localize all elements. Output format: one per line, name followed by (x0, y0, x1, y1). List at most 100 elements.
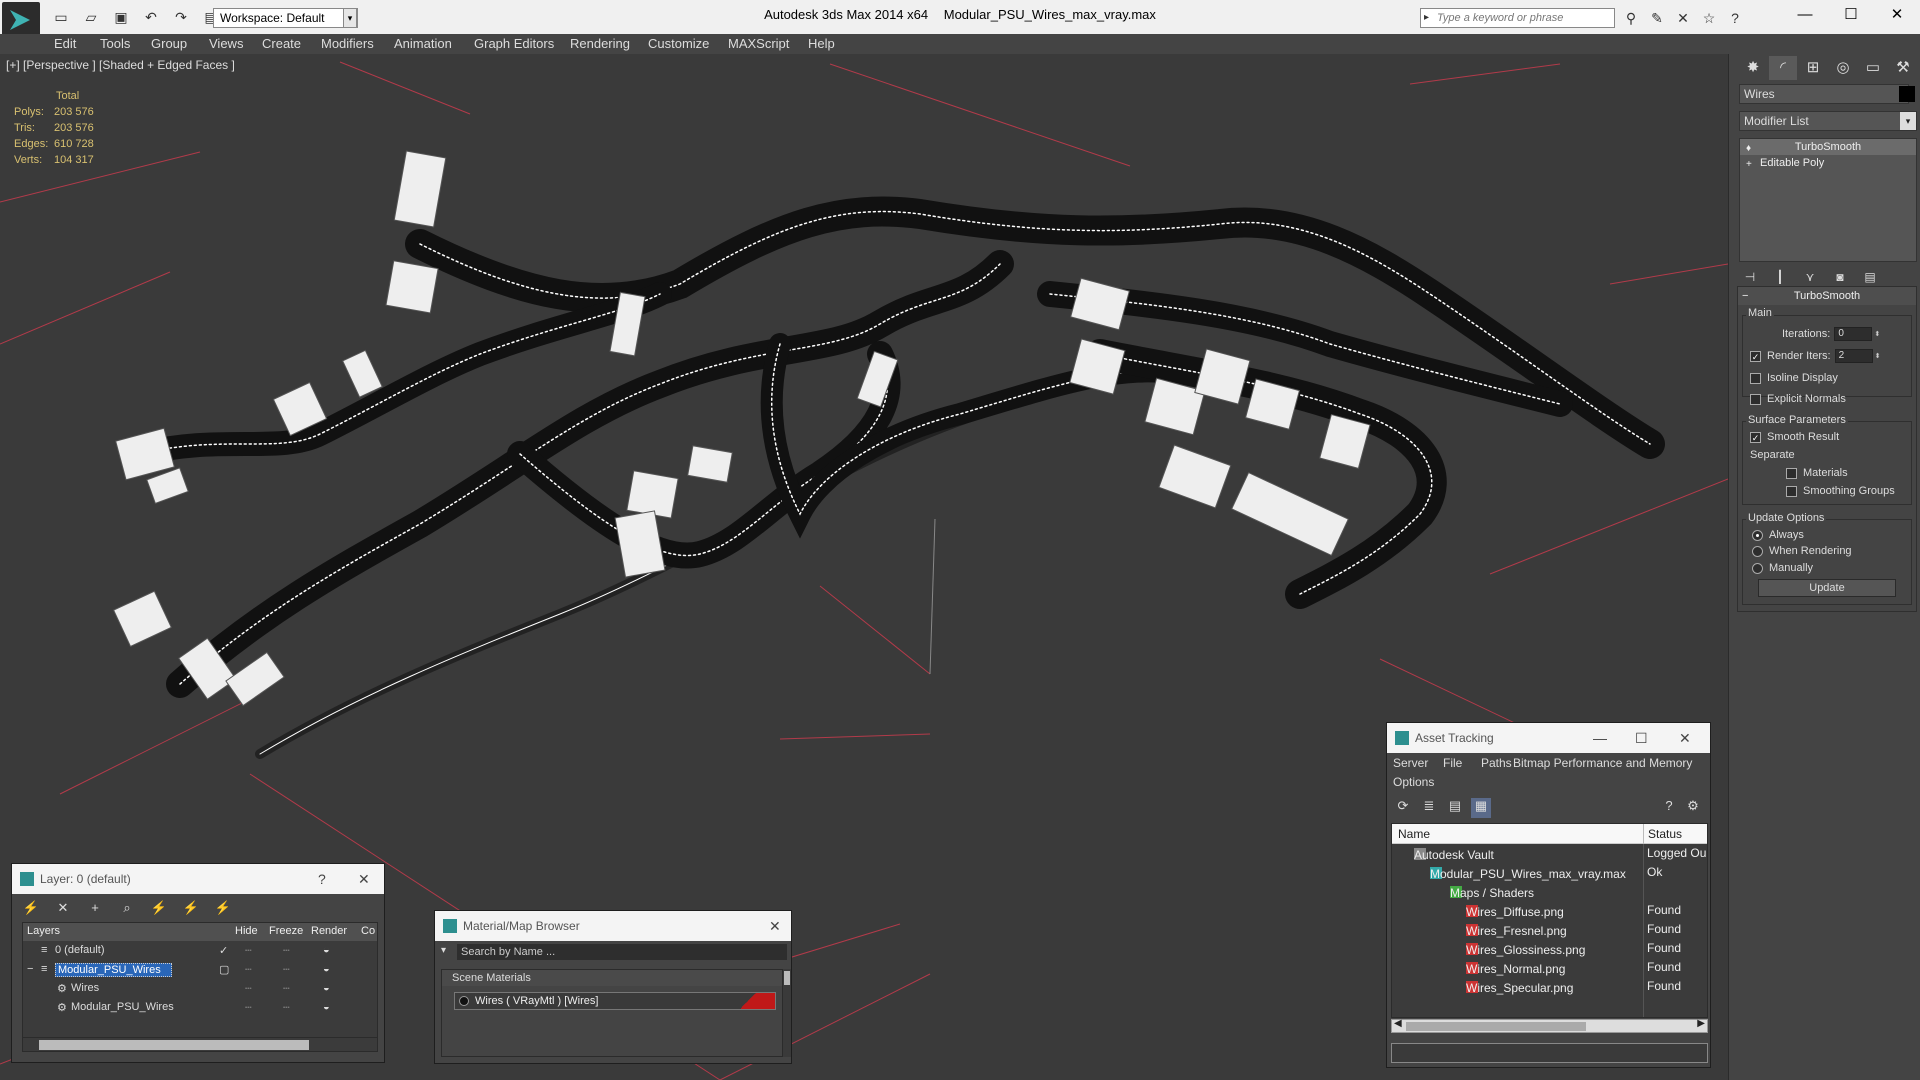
favorites-star-icon[interactable]: ☆ (1698, 8, 1720, 28)
active-check-icon[interactable]: ✓ (219, 944, 228, 957)
close-icon[interactable]: ✕ (769, 911, 781, 941)
close-icon[interactable]: ✕ (358, 864, 370, 894)
smooth-result-checkbox[interactable]: ✓ (1750, 431, 1761, 443)
scrollbar-thumb[interactable] (1406, 1022, 1586, 1031)
scrollbar-thumb[interactable] (39, 1040, 309, 1050)
help-icon[interactable]: ? (318, 864, 326, 894)
spinner-arrows-icon[interactable]: ⬍ (1875, 352, 1881, 360)
always-option[interactable]: Always (1752, 529, 1804, 541)
when-rendering-radio[interactable] (1752, 545, 1763, 557)
collapse-icon[interactable]: − (27, 963, 33, 975)
rollout-header[interactable]: − TurboSmooth (1738, 287, 1916, 305)
smoothing-groups-control[interactable]: Smoothing Groups (1786, 485, 1895, 497)
binoculars-icon[interactable]: ⚲ (1620, 8, 1642, 28)
asset-menu-bitmap[interactable]: Bitmap Performance and Memory (1513, 756, 1692, 770)
menu-rendering[interactable]: Rendering (570, 34, 630, 54)
minimize-icon[interactable]: — (1593, 723, 1607, 753)
iterations-spinner[interactable]: 0 (1834, 327, 1873, 341)
materials-control[interactable]: Materials (1786, 467, 1848, 479)
asset-row[interactable]: Autodesk Vault Logged Ou (1392, 844, 1707, 863)
menu-animation[interactable]: Animation (394, 34, 452, 54)
asset-menu-server[interactable]: Server (1393, 756, 1428, 770)
render-icon[interactable]: ◒ (323, 963, 330, 975)
layer-row[interactable]: ≡ 0 (default) ✓ ┄ ┄ ◒ (23, 941, 377, 960)
always-radio[interactable] (1752, 529, 1763, 541)
create-layer-icon[interactable]: + (86, 900, 104, 918)
tree-view-icon[interactable]: ▤ (1445, 798, 1465, 818)
asset-row[interactable]: Maps / Shaders (1392, 882, 1707, 901)
utilities-tab-icon[interactable]: ⚒ (1889, 56, 1917, 80)
layer-row[interactable]: ⚙ Modular_PSU_Wires ┄ ┄ ◒ (23, 998, 377, 1017)
table-view-icon[interactable]: ▦ (1471, 798, 1491, 818)
manually-radio[interactable] (1752, 562, 1763, 574)
refresh-icon[interactable]: ⟳ (1393, 798, 1413, 818)
layer-row[interactable]: − ≡ Modular_PSU_Wires ▢ ┄ ┄ ◒ (23, 960, 377, 979)
hide-all-icon[interactable]: ⚡ (182, 900, 200, 918)
communication-icon[interactable]: ✕ (1672, 8, 1694, 28)
asset-row[interactable]: Wires_Specular.png Found (1392, 977, 1707, 996)
when-rendering-option[interactable]: When Rendering (1752, 545, 1852, 557)
col-status[interactable]: Status (1648, 827, 1682, 841)
create-tab-icon[interactable]: ✸ (1739, 56, 1767, 80)
isoline-display-control[interactable]: Isoline Display (1750, 372, 1838, 384)
render-iters-spinner[interactable]: 2 (1834, 349, 1873, 363)
col-freeze[interactable]: Freeze (269, 925, 303, 937)
scene-materials-header[interactable]: Scene Materials (442, 970, 782, 986)
stack-item-turbosmooth[interactable]: ♦ TurboSmooth (1740, 139, 1916, 155)
close-icon[interactable]: ✕ (1874, 0, 1920, 30)
subscription-icon[interactable]: ✎ (1646, 8, 1668, 28)
stack-item-editable-poly[interactable]: + Editable Poly (1740, 155, 1916, 171)
menu-create[interactable]: Create (262, 34, 301, 54)
materials-checkbox[interactable] (1786, 467, 1797, 479)
layer-row[interactable]: ⚙ Wires ┄ ┄ ◒ (23, 979, 377, 998)
update-button[interactable]: Update (1758, 579, 1896, 597)
col-render[interactable]: Render (311, 925, 347, 937)
motion-tab-icon[interactable]: ◎ (1829, 56, 1857, 80)
close-icon[interactable]: ✕ (1679, 723, 1691, 753)
isoline-checkbox[interactable] (1750, 372, 1761, 384)
render-icon[interactable]: ◒ (323, 1001, 330, 1013)
asset-tracking-title-bar[interactable]: Asset Tracking — ☐ ✕ (1387, 723, 1710, 753)
material-search-input[interactable]: Search by Name ... (457, 944, 787, 960)
material-item[interactable]: Wires ( VRayMtl ) [Wires] (454, 992, 776, 1010)
menu-tools[interactable]: Tools (100, 34, 130, 54)
set-active-icon[interactable]: ▢ (219, 963, 229, 976)
explicit-normals-checkbox[interactable] (1750, 393, 1761, 405)
asset-horizontal-scrollbar[interactable]: ◀ ▶ (1391, 1018, 1708, 1033)
asset-row[interactable]: Modular_PSU_Wires_max_vray.max Ok (1392, 863, 1707, 882)
col-name[interactable]: Name (1398, 827, 1430, 841)
col-hide[interactable]: Hide (235, 925, 258, 937)
settings-icon[interactable]: ⚙ (1683, 798, 1703, 818)
col-layers[interactable]: Layers (27, 925, 60, 937)
menu-views[interactable]: Views (209, 34, 243, 54)
asset-row[interactable]: Wires_Fresnel.png Found (1392, 920, 1707, 939)
expand-plus-icon[interactable]: + (1746, 157, 1752, 173)
maximize-icon[interactable]: ☐ (1828, 0, 1874, 30)
list-view-icon[interactable]: ≣ (1419, 798, 1439, 818)
layer-add-icon[interactable]: ⚡ (22, 900, 40, 918)
explicit-normals-control[interactable]: Explicit Normals (1750, 393, 1846, 405)
spinner-arrows-icon[interactable]: ⬍ (1874, 330, 1880, 338)
search-input[interactable]: ▸ Type a keyword or phrase (1420, 8, 1615, 28)
options-chevron-icon[interactable]: ▾ (441, 945, 446, 956)
layer-title-bar[interactable]: Layer: 0 (default) ? ✕ (12, 864, 384, 894)
menu-maxscript[interactable]: MAXScript (728, 34, 789, 54)
hierarchy-tab-icon[interactable]: ⊞ (1799, 56, 1827, 80)
manually-option[interactable]: Manually (1752, 562, 1813, 574)
menu-graph-editors[interactable]: Graph Editors (474, 34, 554, 54)
minimize-icon[interactable]: — (1782, 0, 1828, 30)
delete-layer-icon[interactable]: ✕ (54, 900, 72, 918)
asset-row[interactable]: Wires_Diffuse.png Found (1392, 901, 1707, 920)
modifier-list-dropdown[interactable]: Modifier List ▾ (1739, 111, 1917, 131)
smoothing-groups-checkbox[interactable] (1786, 485, 1797, 497)
menu-help[interactable]: Help (808, 34, 835, 54)
material-vertical-scrollbar[interactable] (783, 969, 791, 1057)
scrollbar-thumb[interactable] (784, 971, 790, 985)
object-color-swatch[interactable] (1899, 86, 1915, 102)
help-icon[interactable]: ? (1724, 8, 1746, 28)
asset-menu-options[interactable]: Options (1393, 775, 1434, 789)
help-icon[interactable]: ? (1659, 798, 1679, 818)
maximize-icon[interactable]: ☐ (1635, 723, 1648, 753)
material-browser-title-bar[interactable]: Material/Map Browser ✕ (435, 911, 791, 941)
asset-row[interactable]: Wires_Normal.png Found (1392, 958, 1707, 977)
